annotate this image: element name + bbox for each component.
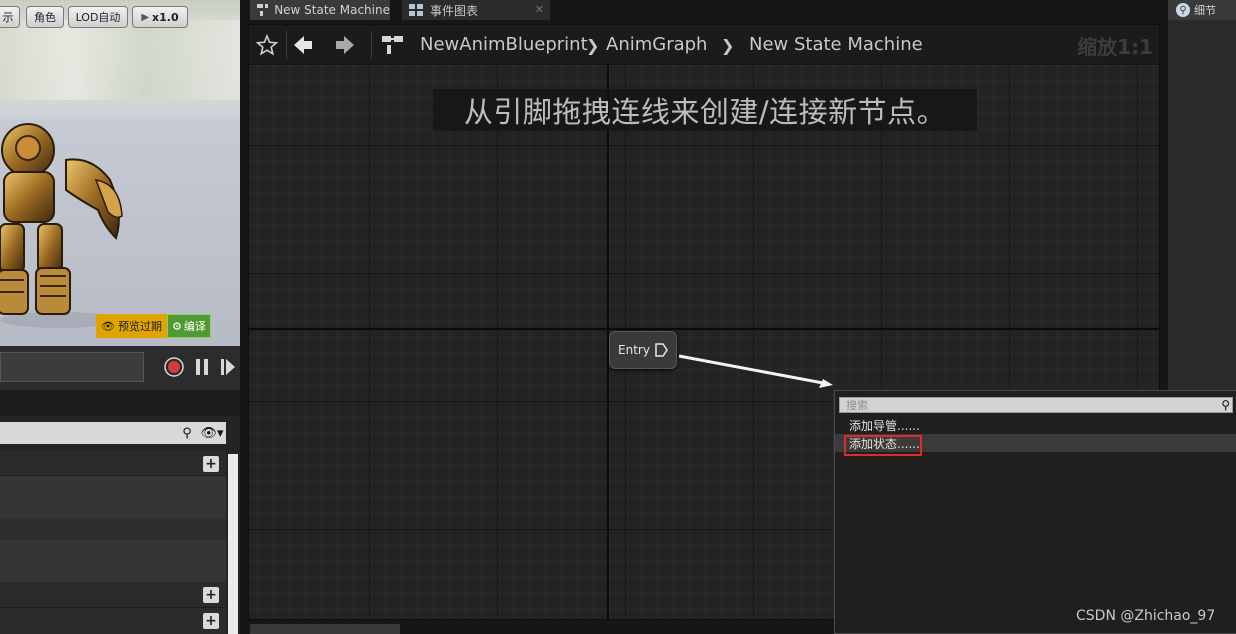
preview-status-badge: 👁 预览过期 ⚙ 编译 [96,314,228,338]
zoom-level: 缩放1:1 [1077,35,1153,59]
breadcrumb-item[interactable]: NewAnimBlueprint [420,34,588,55]
transport-controls [0,346,240,390]
add-icon[interactable]: + [203,456,219,472]
list-scrollbar[interactable] [228,454,238,634]
asset-search-bar[interactable]: ⚲ 👁▾ [0,422,226,444]
play-speed-button[interactable]: ▶ x1.0 [132,6,188,28]
add-icon[interactable]: + [203,587,219,603]
event-graph-icon [409,4,423,16]
preview-outdated-warning: 👁 预览过期 [96,314,167,338]
record-button[interactable] [163,356,185,378]
gear-icon: ⚙ [171,319,182,333]
panel-divider [0,390,240,416]
tab-new-state-machine[interactable]: New State Machine [250,0,390,20]
add-icon[interactable]: + [203,613,219,629]
step-forward-button[interactable] [217,356,239,378]
forward-button[interactable] [329,29,361,61]
breadcrumb-separator-icon: ❯ [721,36,735,55]
list-item[interactable] [0,540,226,582]
graph-type-indicator [377,29,409,61]
context-menu: 搜索 ⚲ 添加导管...... 添加状态...... [834,390,1236,634]
record-icon [164,357,184,377]
search-icon[interactable]: ⚲ [1221,398,1230,412]
list-item[interactable]: + [0,582,226,608]
menu-item-add-conduit[interactable]: 添加导管...... [835,416,1236,434]
viewport-background [0,20,240,100]
list-item[interactable] [0,476,226,518]
eye-icon: 👁 [101,319,115,333]
compiler-results-tab[interactable] [250,624,400,634]
toolbar-divider [371,31,372,59]
close-icon[interactable]: ✕ [535,3,544,16]
arrow-right-icon [336,36,354,54]
context-search-input[interactable]: 搜索 ⚲ [839,397,1233,413]
pause-button[interactable] [191,356,213,378]
state-machine-icon [257,4,269,16]
favorite-button[interactable] [251,29,283,61]
back-button[interactable] [287,29,319,61]
view-options-icon[interactable]: 👁▾ [200,424,224,442]
document-tab-bar: New State Machine 事件图表 ✕ [240,0,1168,20]
list-item[interactable] [0,518,226,540]
graph-hint: 从引脚拖拽连线来创建/连接新节点。 [433,89,977,131]
breadcrumb-item[interactable]: AnimGraph [606,34,707,55]
exec-pin-icon[interactable] [654,342,668,358]
compile-button[interactable]: ⚙ 编译 [166,314,211,338]
details-icon: ⚲ [1176,3,1190,17]
list-item[interactable]: + [0,450,226,476]
star-icon [256,34,278,56]
play-icon: ▶ [141,11,150,23]
show-menu-button[interactable]: 示 [0,6,20,28]
asset-list: + + + [0,450,226,634]
search-icon[interactable]: ⚲ [178,424,196,442]
pause-icon [196,359,208,375]
menu-item-add-state[interactable]: 添加状态...... [835,434,1236,452]
graph-toolbar: NewAnimBlueprint ❯ AnimGraph ❯ New State… [249,25,1159,65]
graph-origin-horizontal [249,328,1159,330]
details-panel: ⚲ 细节 [1168,0,1236,390]
left-panel: 示 角色 LOD自动 ▶ x1.0 👁 预览过期 ⚙ 编译 ⚲ 👁▾ + + + [0,0,240,634]
preview-viewport[interactable]: 示 角色 LOD自动 ▶ x1.0 👁 预览过期 ⚙ 编译 [0,0,240,346]
state-machine-icon [382,36,403,54]
entry-node-label: Entry [618,343,650,357]
graph-hint-text: 从引脚拖拽连线来创建/连接新节点。 [463,95,947,129]
character-menu-button[interactable]: 角色 [26,6,64,28]
watermark: CSDN @Zhichao_97 [1076,608,1216,624]
lod-auto-button[interactable]: LOD自动 [68,6,128,28]
arrow-left-icon [294,36,312,54]
tab-details[interactable]: ⚲ 细节 [1168,0,1236,20]
breadcrumb-item[interactable]: New State Machine [749,34,923,55]
tab-event-graph[interactable]: 事件图表 ✕ [402,0,550,20]
timeline-scrubber[interactable] [0,352,144,382]
breadcrumb-separator-icon: ❯ [586,36,600,55]
robot-character-model [0,123,123,328]
entry-node[interactable]: Entry [609,331,677,369]
step-forward-icon [221,359,235,375]
list-item[interactable]: + [0,608,226,634]
